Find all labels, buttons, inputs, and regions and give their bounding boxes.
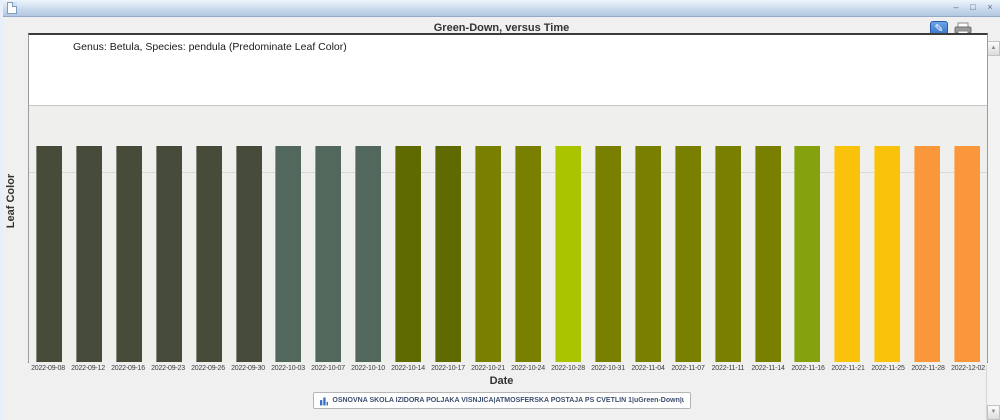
bar [635, 146, 661, 362]
bar-cell [229, 146, 269, 362]
x-tick-label: 2022-12-02 [948, 365, 988, 372]
bar [395, 146, 421, 362]
x-tick-label: 2022-11-16 [788, 365, 828, 372]
x-tick-label: 2022-10-17 [428, 365, 468, 372]
x-tick-label: 2022-10-10 [348, 365, 388, 372]
bar-cell [947, 146, 987, 362]
bar-cell [788, 146, 828, 362]
bar [475, 146, 501, 362]
x-tick-label: 2022-11-11 [708, 365, 748, 372]
x-tick-label: 2022-10-03 [268, 365, 308, 372]
x-tick-label: 2022-09-23 [148, 365, 188, 372]
bar-cell [189, 146, 229, 362]
x-tick-label: 2022-10-14 [388, 365, 428, 372]
vertical-scrollbar[interactable]: ▲ ▼ [986, 41, 1000, 420]
close-button[interactable]: × [984, 1, 996, 14]
x-tick-label: 2022-09-16 [108, 365, 148, 372]
bar [275, 146, 301, 362]
bar [76, 146, 102, 362]
bar-cell [388, 146, 428, 362]
bar-cell [468, 146, 508, 362]
y-axis-title: Leaf Color [5, 166, 17, 236]
bar-cell [508, 146, 548, 362]
window-titlebar[interactable]: – □ × [3, 0, 1000, 17]
bar [515, 146, 541, 362]
x-tick-label: 2022-11-04 [628, 365, 668, 372]
bar [794, 146, 820, 362]
x-tick-label: 2022-11-07 [668, 365, 708, 372]
maximize-button[interactable]: □ [967, 1, 979, 14]
bar-cell [109, 146, 149, 362]
minimize-button[interactable]: – [950, 1, 962, 14]
bar [675, 146, 701, 362]
bar-cell [668, 146, 708, 362]
site-caption-text: OSNOVNA ŠKOLA IZIDORA POLJAKA VIŠNJICA|A… [332, 397, 683, 404]
bar [715, 146, 741, 362]
bar [874, 146, 900, 362]
bar-cell [588, 146, 628, 362]
x-tick-label: 2022-09-08 [28, 365, 68, 372]
x-tick-label: 2022-10-28 [548, 365, 588, 372]
bar-cell [69, 146, 109, 362]
x-tick-label: 2022-11-25 [868, 365, 908, 372]
chart-window: – □ × Green-Down, versus Time ✎ ▲ ▼ Genu… [0, 0, 1000, 420]
bar [116, 146, 142, 362]
x-tick-label: 2022-11-28 [908, 365, 948, 372]
site-caption[interactable]: OSNOVNA ŠKOLA IZIDORA POLJAKA VIŠNJICA|A… [313, 392, 691, 409]
bar [36, 146, 62, 362]
bar [834, 146, 860, 362]
bar [156, 146, 182, 362]
scroll-down-button[interactable]: ▼ [987, 405, 1000, 420]
x-tick-label: 2022-10-21 [468, 365, 508, 372]
site-chart-icon [320, 396, 329, 406]
bar [555, 146, 581, 362]
bar [595, 146, 621, 362]
x-tick-label: 2022-11-21 [828, 365, 868, 372]
bar [435, 146, 461, 362]
bar-cell [269, 146, 309, 362]
bar [355, 146, 381, 362]
x-tick-label: 2022-11-14 [748, 365, 788, 372]
x-axis-title: Date [3, 375, 1000, 387]
bar-cell [548, 146, 588, 362]
bar-cell [348, 146, 388, 362]
x-tick-label: 2022-09-12 [68, 365, 108, 372]
x-tick-label: 2022-10-07 [308, 365, 348, 372]
chart-panel: Green-Down, versus Time ✎ ▲ ▼ Genus: Bet… [3, 17, 1000, 420]
bars [29, 146, 987, 362]
bar [755, 146, 781, 362]
document-icon [7, 2, 17, 14]
bar-cell [827, 146, 867, 362]
x-tick-label: 2022-10-31 [588, 365, 628, 372]
bar [914, 146, 940, 362]
bar-cell [867, 146, 907, 362]
bar-cell [308, 146, 348, 362]
bar [315, 146, 341, 362]
bar-cell [149, 146, 189, 362]
bar-cell [907, 146, 947, 362]
bar-cell [428, 146, 468, 362]
bar-cell [708, 146, 748, 362]
series-legend: Genus: Betula, Species: pendula (Predomi… [73, 41, 347, 53]
bar [196, 146, 222, 362]
bar [954, 146, 980, 362]
bar-cell [628, 146, 668, 362]
x-tick-label: 2022-10-24 [508, 365, 548, 372]
x-tick-label: 2022-09-30 [228, 365, 268, 372]
bar-cell [29, 146, 69, 362]
x-tick-label: 2022-09-26 [188, 365, 228, 372]
bar [236, 146, 262, 362]
bar-cell [748, 146, 788, 362]
plot-area: Genus: Betula, Species: pendula (Predomi… [28, 33, 988, 363]
x-axis-tick-labels: 2022-09-082022-09-122022-09-162022-09-23… [28, 365, 988, 372]
scroll-up-button[interactable]: ▲ [987, 41, 1000, 56]
